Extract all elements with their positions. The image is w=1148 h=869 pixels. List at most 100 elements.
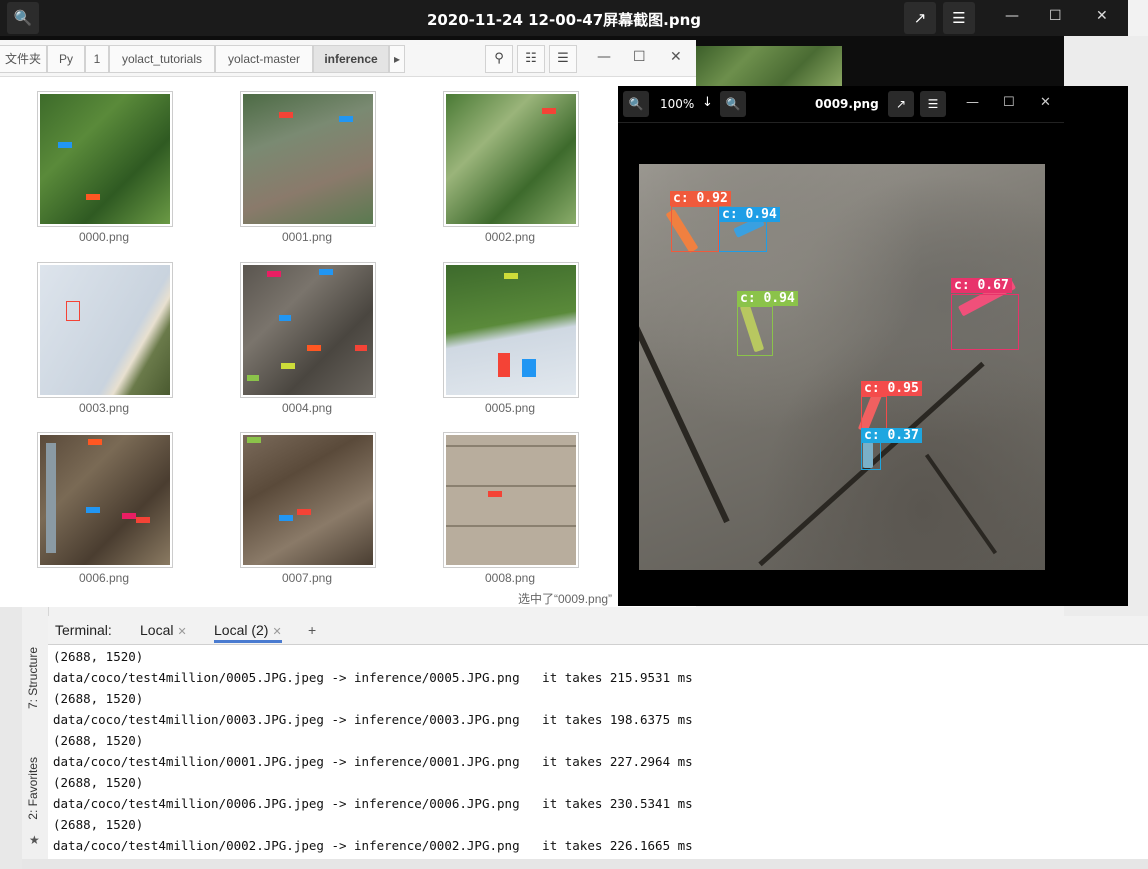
- detection-box: [279, 515, 293, 521]
- detection-label: c: 0.67: [951, 278, 1012, 293]
- zoom-level[interactable]: 100%: [660, 97, 694, 111]
- close-icon[interactable]: ✕: [177, 626, 186, 638]
- viewer-toolbar: 🔍 100% ↓ 🔍 0009.png ↗ ☰ — ☐ ✕: [618, 86, 1064, 123]
- file-name: 0004.png: [281, 401, 333, 415]
- zoom-in-icon[interactable]: 🔍: [720, 91, 746, 117]
- arrow-down-icon[interactable]: ↓: [702, 95, 713, 110]
- file-manager: 文件夹 Py 1 yolact_tutorials yolact-master …: [0, 40, 696, 607]
- breadcrumb-item[interactable]: Py: [47, 45, 85, 73]
- detection-box: [88, 439, 102, 445]
- minimize-button[interactable]: —: [966, 95, 979, 110]
- file-thumbnail[interactable]: [37, 91, 173, 227]
- search-icon[interactable]: ⚲: [485, 45, 513, 73]
- detection-box: [136, 517, 150, 523]
- detection-box: [58, 142, 72, 148]
- file-name: 0003.png: [78, 401, 130, 415]
- breadcrumb-item[interactable]: yolact-master: [215, 45, 313, 73]
- detection-box: [46, 443, 56, 553]
- zoom-out-icon[interactable]: 🔍: [623, 91, 649, 117]
- maximize-button[interactable]: ☐: [633, 49, 646, 65]
- status-text: 选中了“0009.png”: [518, 592, 613, 606]
- hamburger-menu-icon[interactable]: ☰: [920, 91, 946, 117]
- detection-box: [86, 194, 100, 200]
- detection-box: [737, 306, 773, 356]
- detection-box: [86, 507, 100, 513]
- terminal-line: data/coco/test4million/0002.JPG.jpeg -> …: [53, 838, 693, 853]
- close-icon[interactable]: ✕: [272, 626, 281, 638]
- file-thumbnail[interactable]: [37, 262, 173, 398]
- tab-label: Local (2): [214, 622, 269, 638]
- terminal-tabbar: Terminal: Local ✕ Local (2) ✕ +: [48, 616, 1148, 645]
- viewer-title: 0009.png: [815, 97, 879, 111]
- sidebar-tab-favorites[interactable]: 2: Favorites: [26, 757, 40, 820]
- tool-sidebar: 7: Structure 2: Favorites ★: [22, 607, 49, 869]
- minimize-button[interactable]: —: [597, 49, 611, 65]
- tab-local-2[interactable]: Local (2) ✕: [214, 622, 282, 643]
- star-icon: ★: [29, 833, 40, 847]
- image-viewer-window: 🔍 100% ↓ 🔍 0009.png ↗ ☰ — ☐ ✕ c: 0.92 c:…: [618, 86, 1128, 606]
- minimize-button[interactable]: —: [1005, 8, 1019, 24]
- file-thumbnail[interactable]: [443, 91, 579, 227]
- thumbnail-image: [243, 265, 373, 395]
- detection-box: [861, 442, 881, 470]
- file-name: 0008.png: [484, 571, 536, 585]
- detection-box: [488, 491, 502, 497]
- file-name: 0005.png: [484, 401, 536, 415]
- breadcrumb: 文件夹 Py 1 yolact_tutorials yolact-master …: [0, 40, 696, 77]
- detection-box: [319, 269, 333, 275]
- thumbnail-image: [446, 435, 576, 565]
- file-thumbnail[interactable]: [240, 262, 376, 398]
- sidebar-tab-structure[interactable]: 7: Structure: [26, 647, 40, 709]
- close-button[interactable]: ✕: [670, 49, 682, 65]
- close-button[interactable]: ✕: [1096, 8, 1108, 24]
- expand-icon[interactable]: ↗: [888, 91, 914, 117]
- file-name: 0006.png: [78, 571, 130, 585]
- close-button[interactable]: ✕: [1040, 95, 1051, 110]
- thumbnail-image: [40, 265, 170, 395]
- chevron-right-icon[interactable]: ▸: [389, 45, 405, 73]
- detection-label: c: 0.94: [737, 291, 798, 306]
- terminal-line: data/coco/test4million/0003.JPG.jpeg -> …: [53, 712, 693, 727]
- detection-box: [279, 112, 293, 118]
- thumbnail-image: [446, 94, 576, 224]
- tab-local[interactable]: Local ✕: [140, 622, 187, 638]
- breadcrumb-item[interactable]: yolact_tutorials: [109, 45, 215, 73]
- breadcrumb-item[interactable]: 文件夹: [0, 45, 47, 73]
- detection-box: [339, 116, 353, 122]
- detection-label: c: 0.92: [670, 191, 731, 206]
- terminal-label: Terminal:: [55, 622, 112, 638]
- terminal-line: (2688, 1520): [53, 733, 144, 748]
- detection-box: [719, 220, 767, 252]
- terminal-output[interactable]: (2688, 1520) data/coco/test4million/0005…: [48, 645, 1148, 859]
- file-thumbnail[interactable]: [240, 432, 376, 568]
- file-thumbnail[interactable]: [37, 432, 173, 568]
- detection-box: [267, 271, 281, 277]
- view-toggle-icon[interactable]: ☷: [517, 45, 545, 73]
- detection-label: c: 0.95: [861, 381, 922, 396]
- file-thumbnail[interactable]: [443, 432, 579, 568]
- hamburger-menu-icon[interactable]: ☰: [549, 45, 577, 73]
- detection-box: [297, 509, 311, 515]
- detection-box: [281, 363, 295, 369]
- terminal-line: (2688, 1520): [53, 817, 144, 832]
- expand-icon[interactable]: ↗: [904, 2, 936, 34]
- detection-box: [522, 359, 536, 377]
- detection-box: [307, 345, 321, 351]
- detection-label: c: 0.37: [861, 428, 922, 443]
- file-thumbnail[interactable]: [240, 91, 376, 227]
- detection-box: [247, 375, 259, 381]
- file-name: 0000.png: [78, 230, 130, 244]
- terminal-line: data/coco/test4million/0006.JPG.jpeg -> …: [53, 796, 693, 811]
- root-shadow: [924, 453, 998, 555]
- maximize-button[interactable]: ☐: [1003, 95, 1015, 110]
- detection-box: [122, 513, 136, 519]
- terminal-line: (2688, 1520): [53, 775, 144, 790]
- add-tab-button[interactable]: +: [308, 622, 316, 638]
- maximize-button[interactable]: ☐: [1049, 8, 1062, 24]
- hamburger-menu-icon[interactable]: ☰: [943, 2, 975, 34]
- file-thumbnail[interactable]: [443, 262, 579, 398]
- detection-box: [355, 345, 367, 351]
- background-image-strip: [696, 46, 842, 86]
- breadcrumb-item[interactable]: 1: [85, 45, 109, 73]
- breadcrumb-item-current[interactable]: inference: [313, 45, 389, 73]
